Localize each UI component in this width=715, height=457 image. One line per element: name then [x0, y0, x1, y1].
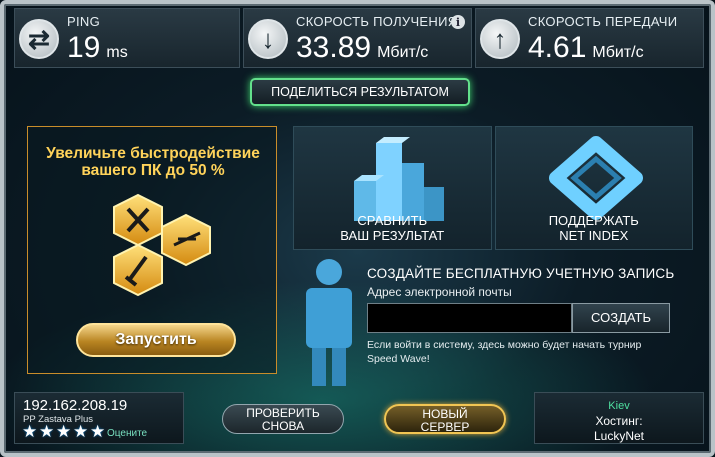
client-info: 192.162.208.19 PP Zastava Plus ★ ★ ★ ★ ★…: [14, 392, 184, 444]
download-label: СКОРОСТЬ ПОЛУЧЕНИЯ: [296, 14, 458, 29]
host-name: LuckyNet: [593, 429, 645, 443]
support-net-index-label: ПОДДЕРЖАТЬ NET INDEX: [548, 213, 639, 243]
download-arrow-icon: ↓: [248, 19, 288, 59]
rating-stars[interactable]: ★ ★ ★ ★ ★: [22, 424, 106, 441]
upload-unit: Мбит/с: [592, 44, 644, 61]
bar-chart-icon: [354, 137, 444, 221]
speed-wave-note: Если войти в систему, здесь можно будет …: [367, 339, 642, 365]
net-index-icon: [548, 136, 643, 220]
email-label: Адрес электронной почты: [367, 285, 512, 299]
feature-tiles: СРАВНИТЬ ВАШ РЕЗУЛЬТАТ ПОДДЕРЖАТЬ NET IN…: [293, 126, 693, 250]
results-bar: ⇄ PING 19 ms ↓ СКОРОСТЬ ПОЛУЧЕНИЯ i 33.89…: [14, 8, 704, 68]
upload-arrow-icon: ↑: [480, 19, 520, 59]
ping-label: PING: [67, 14, 100, 29]
create-account-title: СОЗДАЙТЕ БЕСПЛАТНУЮ УЧЕТНУЮ ЗАПИСЬ: [367, 266, 675, 281]
star-icon[interactable]: ★: [56, 424, 72, 441]
user-figure-icon: [306, 259, 352, 386]
retest-button[interactable]: ПРОВЕРИТЬ СНОВА: [222, 404, 344, 434]
upload-label: СКОРОСТЬ ПЕРЕДАЧИ: [528, 14, 678, 29]
support-net-index-tile[interactable]: ПОДДЕРЖАТЬ NET INDEX: [494, 126, 693, 250]
host-info: Kiev Хостинг: LuckyNet: [534, 392, 704, 444]
star-icon[interactable]: ★: [73, 424, 89, 441]
upload-value: 4.61 Мбит/с: [528, 31, 644, 64]
host-city: Kiev: [608, 400, 630, 412]
new-server-button[interactable]: НОВЫЙ СЕРВЕР: [384, 404, 506, 434]
compare-results-label: СРАВНИТЬ ВАШ РЕЗУЛЬТАТ: [340, 213, 445, 243]
ip-address: 192.162.208.19: [23, 397, 128, 414]
launch-button[interactable]: Запустить: [76, 323, 236, 357]
host-label: Хостинг:: [595, 414, 643, 428]
rate-label[interactable]: Оцените: [107, 428, 147, 439]
ping-unit: ms: [106, 44, 128, 61]
star-icon[interactable]: ★: [39, 424, 55, 441]
email-input[interactable]: [367, 303, 572, 333]
info-icon[interactable]: i: [451, 15, 465, 29]
create-account-panel: СОЗДАЙТЕ БЕСПЛАТНУЮ УЧЕТНУЮ ЗАПИСЬ Адрес…: [367, 266, 687, 366]
create-account-button[interactable]: СОЗДАТЬ: [572, 303, 670, 333]
honeycomb-tools-icon: [113, 193, 211, 297]
upload-panel: ↑ СКОРОСТЬ ПЕРЕДАЧИ 4.61 Мбит/с: [475, 8, 704, 68]
ping-panel: ⇄ PING 19 ms: [14, 8, 240, 68]
download-unit: Мбит/с: [377, 44, 429, 61]
download-value: 33.89 Мбит/с: [296, 31, 429, 64]
bottom-bar: 192.162.208.19 PP Zastava Plus ★ ★ ★ ★ ★…: [14, 392, 704, 444]
share-results-button[interactable]: ПОДЕЛИТЬСЯ РЕЗУЛЬТАТОМ: [250, 78, 470, 106]
ping-value: 19 ms: [67, 31, 128, 64]
ping-arrows-icon: ⇄: [19, 19, 59, 59]
download-panel: ↓ СКОРОСТЬ ПОЛУЧЕНИЯ i 33.89 Мбит/с: [243, 8, 472, 68]
pc-speedup-promo: Увеличьте быстродействие вашего ПК до 50…: [27, 126, 277, 374]
star-icon[interactable]: ★: [90, 424, 106, 441]
compare-results-tile[interactable]: СРАВНИТЬ ВАШ РЕЗУЛЬТАТ: [293, 126, 492, 250]
promo-title: Увеличьте быстродействие вашего ПК до 50…: [46, 145, 260, 179]
star-icon[interactable]: ★: [22, 424, 38, 441]
